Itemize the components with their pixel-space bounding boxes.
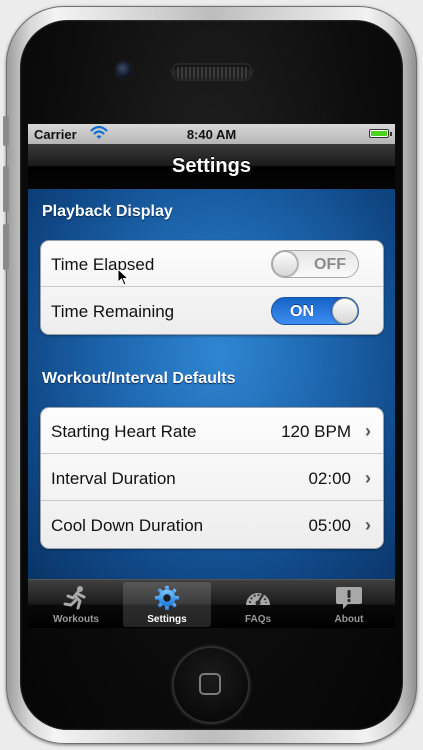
battery-icon xyxy=(369,129,392,138)
chevron-right-icon: › xyxy=(365,421,371,441)
row-value: 02:00 xyxy=(308,469,351,488)
tab-about[interactable]: About xyxy=(305,582,393,627)
tab-label: Workouts xyxy=(53,614,99,625)
row-starting-heart-rate[interactable]: Starting Heart Rate 120 BPM › xyxy=(41,408,383,454)
row-cool-down-duration[interactable]: Cool Down Duration 05:00 › xyxy=(41,502,383,548)
tab-label: Settings xyxy=(147,614,187,625)
row-value: 120 BPM xyxy=(281,422,351,441)
runner-icon xyxy=(63,586,86,610)
tab-label: About xyxy=(334,614,364,625)
tab-label: FAQs xyxy=(244,614,272,625)
toggle-state-label: ON xyxy=(290,303,314,320)
row-label: Time Elapsed xyxy=(51,255,155,274)
section-header-playback-display: Playback Display xyxy=(42,203,173,220)
toggle-knob xyxy=(332,298,358,324)
row-label: Starting Heart Rate xyxy=(51,422,197,441)
device-screen: Carrier 8:40 AM Settings Playback Displa… xyxy=(28,124,395,628)
mute-switch xyxy=(3,116,9,146)
toggle-knob xyxy=(272,251,298,277)
page-title: Settings xyxy=(172,155,251,177)
clock: 8:40 AM xyxy=(186,127,237,142)
toggle-state-label: OFF xyxy=(314,256,346,273)
section-header-workout-interval-defaults: Workout/Interval Defaults xyxy=(42,370,236,387)
row-time-elapsed: Time Elapsed OFF xyxy=(41,241,383,287)
tab-workouts[interactable]: Workouts xyxy=(32,582,120,627)
row-interval-duration[interactable]: Interval Duration 02:00 › xyxy=(41,455,383,501)
volume-up-button xyxy=(3,166,9,212)
row-time-remaining: Time Remaining ON xyxy=(41,288,383,334)
volume-down-button xyxy=(3,224,9,270)
tab-bar: Workouts Settings FAQs About xyxy=(28,579,395,628)
navigation-bar: Settings xyxy=(28,144,395,189)
chevron-right-icon: › xyxy=(365,515,371,535)
gear-icon xyxy=(154,585,180,611)
speech-bubble-icon xyxy=(336,587,362,609)
mouse-cursor-icon xyxy=(117,268,129,286)
time-remaining-toggle[interactable]: ON xyxy=(271,297,359,325)
settings-content: Playback Display Time Elapsed OFF Time R… xyxy=(28,189,395,579)
playback-display-group: Time Elapsed OFF Time Remaining ON xyxy=(40,240,384,335)
home-square-icon xyxy=(199,673,221,695)
row-label: Time Remaining xyxy=(51,302,175,321)
status-bar: Carrier 8:40 AM xyxy=(28,124,395,144)
gauge-icon xyxy=(246,592,270,606)
row-label: Interval Duration xyxy=(51,469,176,488)
row-value: 05:00 xyxy=(308,516,351,535)
battery-fill xyxy=(371,131,387,136)
chevron-right-icon: › xyxy=(365,468,371,488)
earpiece-speaker xyxy=(173,65,251,79)
tab-faqs[interactable]: FAQs xyxy=(214,582,302,627)
home-button[interactable] xyxy=(172,646,250,724)
row-label: Cool Down Duration xyxy=(51,516,204,535)
tab-settings[interactable]: Settings xyxy=(123,582,211,627)
time-elapsed-toggle[interactable]: OFF xyxy=(271,250,359,278)
front-camera xyxy=(116,62,132,78)
workout-defaults-group: Starting Heart Rate 120 BPM › Interval D… xyxy=(40,407,384,549)
